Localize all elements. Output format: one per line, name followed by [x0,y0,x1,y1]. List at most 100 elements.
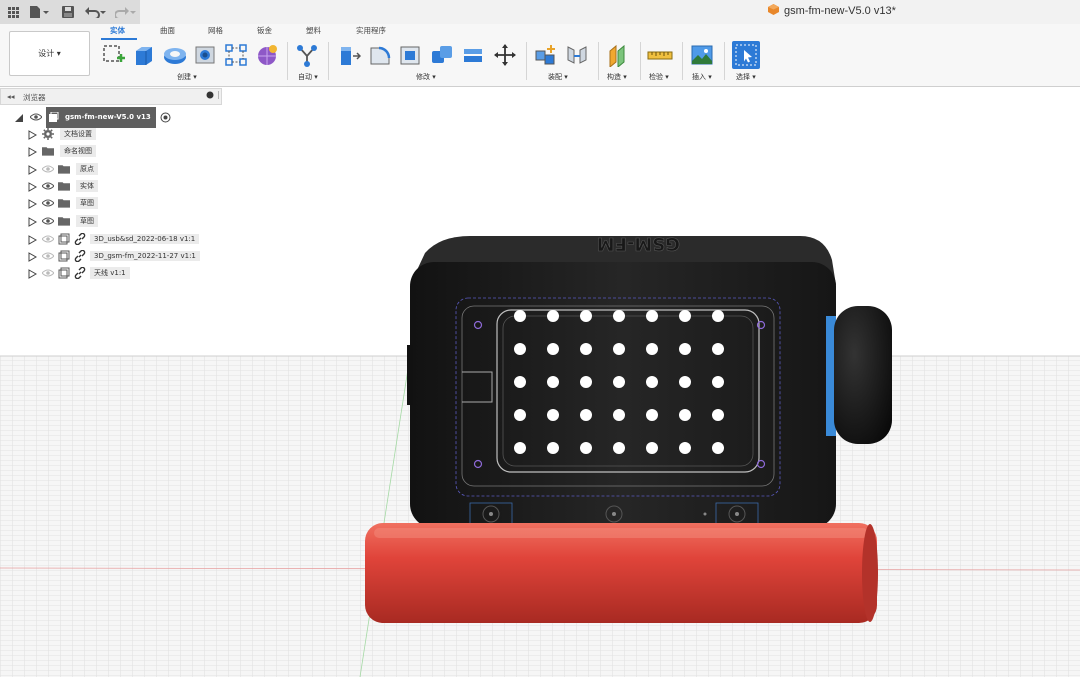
browser-item-origin[interactable]: 原点 [28,162,98,176]
connector-hole-center [612,512,616,516]
group-construct[interactable]: 构造 ▾ [607,72,627,82]
browser-root-row[interactable]: gsm-fm-new-V5.0 v13 [14,106,172,128]
save-icon[interactable] [60,4,76,20]
activate-radio-icon[interactable] [160,111,172,123]
browser-item-bodies[interactable]: 实体 [28,179,98,193]
fillet-icon[interactable] [367,42,393,68]
panel-resize-handle[interactable]: | [217,90,220,99]
create-sketch-icon[interactable] [100,42,126,68]
revolve-icon[interactable] [162,42,188,68]
joint-icon[interactable] [564,42,590,68]
workspace-switcher[interactable]: 设计 ▾ [9,31,90,76]
eye-hidden-icon[interactable] [42,163,54,175]
group-assemble[interactable]: 装配 ▾ [548,72,568,82]
connector-hole-center [735,512,739,516]
tab-utilities[interactable]: 实用程序 [356,25,386,36]
browser-panel-header: ◂◂ 浏览器 | [0,88,222,105]
quick-access-toolbar [0,0,140,25]
browser-item-label: 3D_gsm-fm_2022-11-27 v1:1 [90,251,200,261]
pattern-icon[interactable] [223,42,249,68]
speaker-hole [613,376,625,388]
shell-icon[interactable] [398,42,424,68]
expand-arrow-icon[interactable] [28,264,38,283]
workspace-label: 设计 ▾ [38,49,61,58]
root-component-badge[interactable]: gsm-fm-new-V5.0 v13 [46,106,156,128]
group-inspect[interactable]: 检验 ▾ [649,72,669,82]
group-select[interactable]: 选择 ▾ [736,72,756,82]
tab-plastic[interactable]: 塑料 [306,25,321,36]
hole-icon[interactable] [193,42,219,68]
ribbon-separator [724,42,725,80]
battery-model [365,523,878,623]
speaker-hole [514,442,526,454]
expand-triangle-icon[interactable] [14,108,24,127]
offset-plane-icon[interactable] [605,42,631,68]
browser-item-gsm-fm[interactable]: 3D_gsm-fm_2022-11-27 v1:1 [28,249,200,263]
expand-arrow-icon[interactable] [28,142,38,161]
led-hole [703,512,707,516]
form-icon[interactable] [254,42,280,68]
knob-icon [834,306,892,444]
speaker-hole [580,376,592,388]
speaker-hole [613,409,625,421]
eye-icon[interactable] [30,111,42,123]
viewport-canvas: GSM-FM [0,106,1080,678]
tab-mesh[interactable]: 网格 [208,25,223,36]
eye-hidden-icon[interactable] [42,233,54,245]
tab-solid[interactable]: 实体 [110,25,125,36]
apps-grid-icon[interactable] [6,4,20,20]
speaker-hole [712,409,724,421]
folder-icon [58,197,70,209]
expand-arrow-icon[interactable] [28,194,38,213]
eye-hidden-icon[interactable] [42,250,54,262]
group-insert[interactable]: 插入 ▾ [692,72,712,82]
gear-icon [42,128,54,140]
tab-sheet-metal[interactable]: 钣金 [257,25,272,36]
browser-item-antenna[interactable]: 天线 v1:1 [28,266,130,280]
component-icon [58,233,70,245]
tab-surface[interactable]: 曲面 [160,25,175,36]
speaker-hole [613,442,625,454]
select-tool-icon[interactable] [732,41,760,69]
undo-icon[interactable] [84,4,108,20]
browser-item-document-settings[interactable]: 文档设置 [28,127,96,141]
document-title: gsm-fm-new-V5.0 v13* [768,4,896,18]
new-component-icon[interactable] [533,42,559,68]
document-title-text: gsm-fm-new-V5.0 v13* [784,5,896,17]
ribbon-separator [598,42,599,80]
browser-item-label: 3D_usb&sd_2022-06-18 v1:1 [90,234,200,244]
panel-pin-icon[interactable] [206,91,214,101]
move-icon[interactable] [492,42,518,68]
connector-hole-center [489,512,493,516]
browser-item-label: 草图 [76,215,98,227]
insert-image-icon[interactable] [689,42,715,68]
browser-item-sketches[interactable]: 草图 [28,196,98,210]
group-modify[interactable]: 修改 ▾ [416,72,436,82]
extrude-icon[interactable] [131,42,157,68]
browser-item-named-views[interactable]: 命名视图 [28,144,96,158]
press-pull-icon[interactable] [336,42,362,68]
combine-icon[interactable] [429,42,455,68]
file-icon[interactable] [28,4,50,20]
eye-icon[interactable] [42,197,54,209]
browser-item-sketches-2[interactable]: 草图 [28,214,98,228]
group-automate[interactable]: 自动 ▾ [298,72,318,82]
folder-icon [58,215,70,227]
collapse-panel-icon[interactable]: ◂◂ [7,92,15,101]
speaker-hole [547,310,559,322]
split-body-icon[interactable] [460,42,486,68]
speaker-hole [679,310,691,322]
eye-icon[interactable] [42,180,54,192]
group-create[interactable]: 创建 ▾ [177,72,197,82]
measure-icon[interactable] [647,42,673,68]
eye-hidden-icon[interactable] [42,267,54,279]
3d-viewport[interactable]: GSM-FM [0,106,1080,678]
eye-icon[interactable] [42,215,54,227]
speaker-hole [580,409,592,421]
browser-item-usb-sd[interactable]: 3D_usb&sd_2022-06-18 v1:1 [28,232,200,246]
speaker-hole [646,409,658,421]
device-model: GSM-FM [407,233,892,528]
redo-icon[interactable] [114,4,138,20]
expand-arrow-icon[interactable] [28,212,38,231]
automate-icon[interactable] [294,42,320,68]
